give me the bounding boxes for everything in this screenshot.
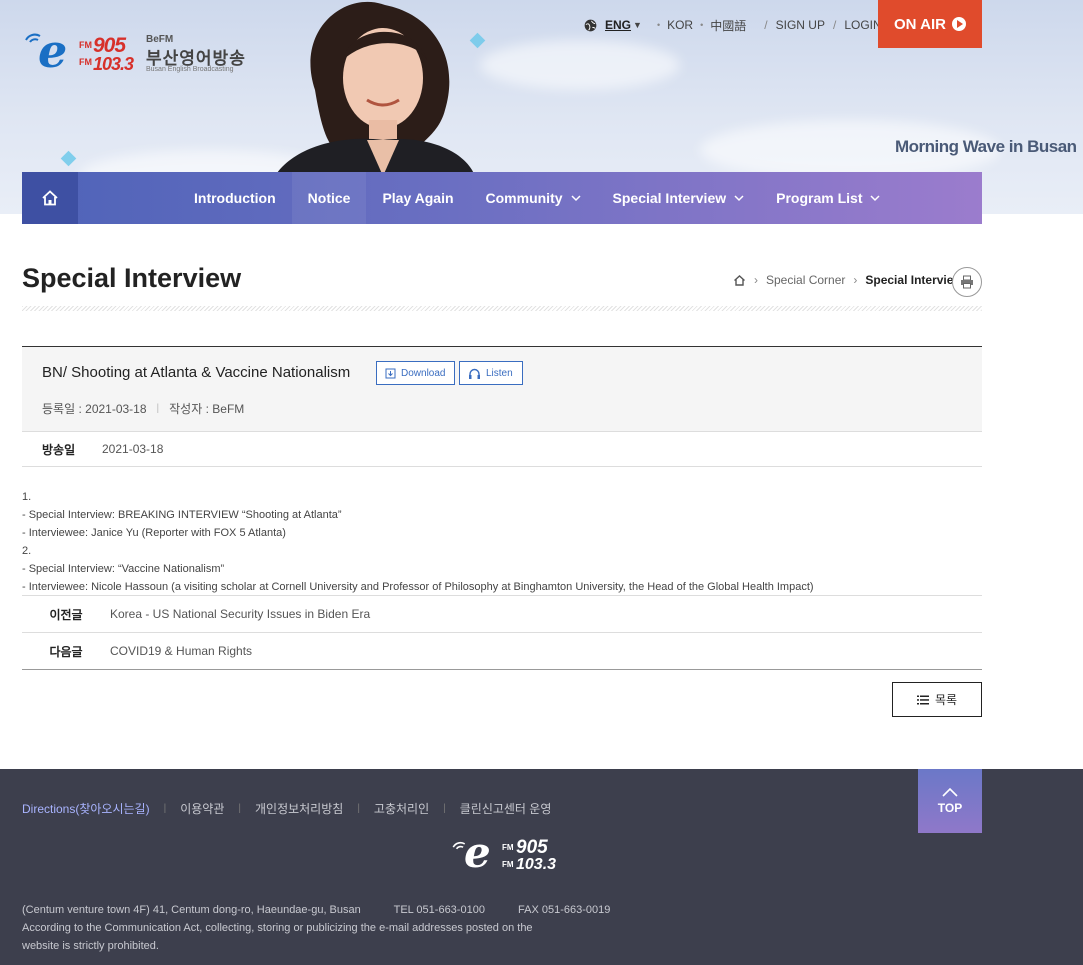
footer-tel: TEL 051-663-0100 <box>393 904 485 916</box>
sign-up-link[interactable]: SIGN UP <box>776 18 825 32</box>
registered-date: 2021-03-18 <box>85 402 147 416</box>
program-tagline: Morning Wave in Busan <box>895 137 1077 156</box>
play-icon <box>951 17 966 31</box>
logo-subtitle: Busan English Broadcasting <box>146 66 234 73</box>
author-label: 작성자 : <box>169 402 209 416</box>
body-line: - Special Interview: “Vaccine Nationalis… <box>22 563 225 575</box>
article-title: BN/ Shooting at Atlanta & Vaccine Nation… <box>42 364 351 381</box>
footer-notice-line2: website is strictly prohibited. <box>22 940 159 952</box>
author-name: BeFM <box>212 402 245 416</box>
chevron-down-icon <box>734 195 744 202</box>
chevron-down-icon <box>870 195 881 202</box>
body-line: - Interviewee: Janice Yu (Reporter with … <box>22 527 286 539</box>
nav-item-community[interactable]: Community <box>470 172 597 224</box>
broadcast-date-label: 방송일 <box>42 442 76 457</box>
decor-gem <box>60 150 77 167</box>
nav-item-program-list[interactable]: Program List <box>760 172 896 224</box>
next-post-label: 다음글 <box>49 644 83 659</box>
article-body: 1. - Special Interview: BREAKING INTERVI… <box>22 488 982 596</box>
chevron-down-icon[interactable]: ▼ <box>633 20 642 30</box>
breadcrumb-current: Special Interview <box>865 273 963 287</box>
body-line: 1. <box>22 491 32 503</box>
prev-post-row[interactable]: 이전글 Korea - US National Security Issues … <box>22 595 982 632</box>
globe-icon <box>584 19 597 31</box>
prev-post-link[interactable]: Korea - US National Security Issues in B… <box>110 607 370 621</box>
language-select-current[interactable]: ENG <box>605 18 631 32</box>
broadcast-date-row: 방송일 2021-03-18 <box>22 432 982 467</box>
list-button[interactable]: 목록 <box>892 682 982 717</box>
footer-logo-fm-2: FM <box>502 860 514 869</box>
next-post-link[interactable]: COVID19 & Human Rights <box>110 644 252 658</box>
footer-logo-fm: FM <box>502 843 514 852</box>
footer-link-terms[interactable]: 이용약관 <box>180 800 224 817</box>
body-line: - Special Interview: BREAKING INTERVIEW … <box>22 509 342 521</box>
list-icon <box>916 695 929 704</box>
title-divider <box>22 306 982 311</box>
logo-freq-1033: 103.3 <box>93 54 134 74</box>
breadcrumb: › Special Corner › Special Interview <box>733 273 963 287</box>
nav-item-introduction[interactable]: Introduction <box>178 172 292 224</box>
footer-links: Directions(찾아오시는길) | 이용약관 | 개인정보처리방침 | 고… <box>22 800 552 817</box>
list-divider <box>22 669 982 670</box>
footer-notice-line1: According to the Communication Act, coll… <box>22 922 533 934</box>
nav-item-play-again[interactable]: Play Again <box>366 172 469 224</box>
breadcrumb-parent[interactable]: Special Corner <box>766 273 845 287</box>
logo-fm-label-2: FM <box>79 57 92 67</box>
home-button[interactable] <box>22 172 78 224</box>
login-link[interactable]: LOGIN <box>844 18 881 32</box>
main-nav: Introduction Notice Play Again Community… <box>22 172 982 224</box>
footer-address: (Centum venture town 4F) 41, Centum dong… <box>22 904 361 916</box>
footer-info: (Centum venture town 4F) 41, Centum dong… <box>22 901 640 955</box>
breadcrumb-arrow-icon: › <box>853 273 858 287</box>
scroll-top-button[interactable]: TOP <box>918 769 982 833</box>
footer-logo-e-mark: e <box>464 828 491 877</box>
broadcast-date-value: 2021-03-18 <box>102 442 164 456</box>
listen-button[interactable]: Listen <box>459 361 523 385</box>
home-icon <box>42 190 58 206</box>
footer-logo: e FM FM 905 103.3 <box>450 831 560 879</box>
chevron-down-icon <box>570 195 581 202</box>
nav-item-notice[interactable]: Notice <box>291 172 367 224</box>
article-header: BN/ Shooting at Atlanta & Vaccine Nation… <box>22 346 982 432</box>
footer-link-clean-report[interactable]: 클린신고센터 운영 <box>460 800 552 817</box>
body-line: 2. <box>22 545 32 557</box>
footer-link-directions[interactable]: Directions(찾아오시는길) <box>22 800 150 817</box>
page-title: Special Interview <box>22 263 242 293</box>
logo-fm-label: FM <box>79 40 92 50</box>
on-air-button[interactable]: ON AIR <box>878 0 982 48</box>
download-button[interactable]: Download <box>376 361 455 385</box>
next-post-row[interactable]: 다음글 COVID19 & Human Rights <box>22 632 982 669</box>
on-air-label: ON AIR <box>894 15 946 33</box>
body-line: - Interviewee: Nicole Hassoun (a visitin… <box>22 581 814 593</box>
home-icon[interactable] <box>733 274 746 287</box>
presenter-photo <box>275 1 475 176</box>
article-meta: 등록일 : 2021-03-18 | 작성자 : BeFM <box>42 402 245 416</box>
language-kor[interactable]: KOR <box>667 18 693 32</box>
nav-menu: Introduction Notice Play Again Community… <box>178 172 896 224</box>
headphones-icon <box>469 368 480 379</box>
printer-icon <box>961 275 973 289</box>
breadcrumb-arrow-icon: › <box>754 273 758 287</box>
nav-item-special-interview[interactable]: Special Interview <box>597 172 761 224</box>
chevron-up-icon <box>942 787 958 797</box>
site-logo[interactable]: e FM FM 905 103.3 BeFM 부산영어방송 Busan Engl… <box>22 24 252 78</box>
footer-link-grievance[interactable]: 고충처리인 <box>374 800 429 817</box>
footer-fax: FAX 051-663-0019 <box>518 904 611 916</box>
footer-link-privacy[interactable]: 개인정보처리방침 <box>255 800 343 817</box>
registered-label: 등록일 : <box>42 402 82 416</box>
utility-links: ENG ▼ • KOR • 中國語 / SIGN UP / LOGIN <box>584 16 882 34</box>
footer-logo-freq-1033: 103.3 <box>516 856 557 873</box>
logo-e-mark: e <box>38 24 68 78</box>
print-button[interactable] <box>952 267 982 297</box>
language-chinese[interactable]: 中國語 <box>710 17 746 34</box>
download-icon <box>385 368 396 378</box>
prev-post-label: 이전글 <box>49 607 83 622</box>
